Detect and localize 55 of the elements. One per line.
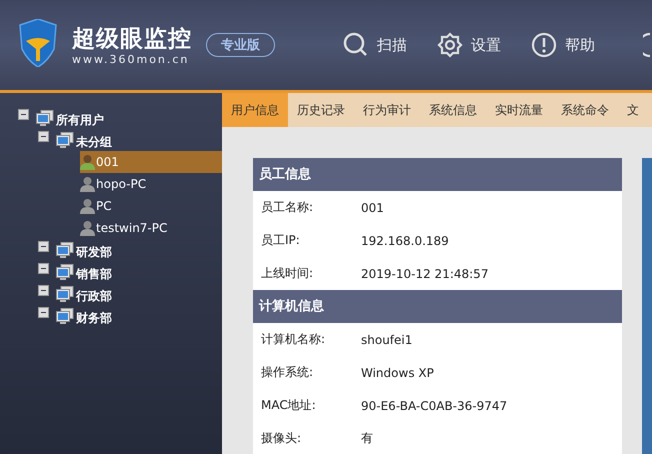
tab[interactable]: 历史记录 (288, 93, 354, 127)
computer-group-icon (56, 242, 74, 258)
collapse-toggle[interactable] (18, 108, 29, 120)
field-value: 有 (361, 430, 373, 447)
field-label: 员工名称: (261, 199, 314, 216)
tab[interactable]: 系统信息 (420, 93, 486, 127)
field-label: 上线时间: (261, 265, 314, 282)
shield-logo-icon (18, 19, 58, 67)
tree-user-item[interactable]: testwin7-PC (80, 217, 222, 239)
field-value: 001 (361, 200, 384, 214)
settings-button[interactable]: 设置 (437, 32, 501, 58)
collapse-toggle[interactable] (38, 240, 49, 252)
tree-group[interactable]: 所有用户 (56, 112, 104, 128)
tab[interactable]: 用户信息 (222, 93, 288, 127)
field-value: 2019-10-12 21:48:57 (361, 266, 488, 280)
brand-url: www.360mon.cn (72, 52, 190, 66)
field-label: MAC地址: (261, 397, 317, 414)
field-value: 192.168.0.189 (361, 234, 449, 248)
collapse-toggle[interactable] (38, 306, 49, 318)
section-header: 员工信息 (253, 158, 622, 191)
tree-group[interactable]: 财务部 (76, 310, 112, 326)
collapse-toggle[interactable] (38, 284, 49, 296)
tree-group[interactable]: 研发部 (76, 244, 112, 260)
tree-user-item[interactable]: hopo-PC (80, 173, 222, 195)
computer-group-icon (36, 110, 54, 126)
gear-icon (437, 32, 463, 58)
exclamation-icon (531, 32, 557, 58)
collapse-toggle[interactable] (38, 130, 49, 142)
computer-group-icon (56, 264, 74, 280)
brand-title: 超级眼监控 (72, 24, 192, 52)
help-button[interactable]: 帮助 (531, 32, 595, 58)
tree-user-item[interactable]: PC (80, 195, 222, 217)
field-value: shoufei1 (361, 332, 412, 346)
computer-group-icon (56, 308, 74, 324)
computer-group-icon (56, 132, 74, 148)
tab[interactable]: 系统命令 (552, 93, 618, 127)
field-value: Windows XP (361, 366, 434, 380)
field-label: 操作系统: (261, 364, 314, 381)
collapse-toggle[interactable] (38, 262, 49, 274)
tree-group[interactable]: 行政部 (76, 288, 112, 304)
tab[interactable]: 实时流量 (486, 93, 552, 127)
field-label: 计算机名称: (261, 331, 326, 348)
tree-user-item[interactable]: 001 (80, 151, 222, 173)
computer-group-icon (56, 286, 74, 302)
tree-group[interactable]: 未分组 (76, 134, 112, 150)
tab[interactable]: 文 (618, 93, 648, 127)
section-header: 计算机信息 (253, 290, 622, 323)
field-value: 90-E6-BA-C0AB-36-9747 (361, 398, 508, 412)
field-label: 摄像头: (261, 430, 302, 447)
search-icon (343, 32, 369, 58)
edition-badge: 专业版 (206, 33, 275, 57)
field-label: 员工IP: (261, 232, 301, 249)
tab[interactable]: 行为审计 (354, 93, 420, 127)
scan-button[interactable]: 扫描 (343, 32, 407, 58)
tree-group[interactable]: 销售部 (76, 266, 112, 282)
